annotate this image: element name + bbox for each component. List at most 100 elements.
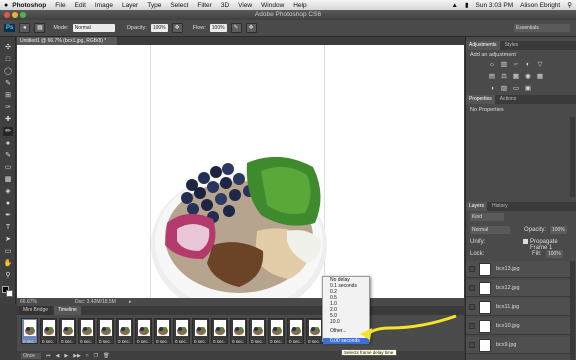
frame-delay-label[interactable]: 0 sec. [175,339,187,344]
layer-row[interactable]: bcx11.jpg [466,299,570,316]
timeline-frame[interactable]: 0 sec. [287,318,304,344]
vibrance-icon[interactable]: ▽ [536,61,544,69]
tab-timeline[interactable]: Timeline [54,306,81,315]
timeline-frame[interactable]: 0 sec. [21,318,38,344]
user-name[interactable]: Alison Ebright [520,2,560,9]
frame-delay-label[interactable]: 0 sec. [42,339,54,344]
frame-delay-label[interactable]: 0 sec. [289,339,301,344]
timeline-frame[interactable]: 0 sec. [154,318,171,344]
tab-adjustments[interactable]: Adjustments [466,41,500,50]
menu-select[interactable]: Select [170,2,188,9]
tab-layers[interactable]: Layers [466,202,488,211]
layer-kind-filter[interactable]: Kind [470,213,504,221]
photo-filter-icon[interactable]: ◉ [524,73,532,81]
workspace-select[interactable]: Essentials [514,24,570,32]
timeline-frame[interactable]: 0 sec. [211,318,228,344]
gradient-tool-icon[interactable]: ▩ [3,175,13,184]
tween-icon[interactable]: ≈ [86,353,89,359]
battery-icon[interactable]: ▮ [465,1,469,9]
menu-image[interactable]: Image [95,2,113,9]
pressure-opacity-icon[interactable]: ❖ [171,23,183,33]
dodge-tool-icon[interactable]: ● [3,199,13,208]
frame-delay-label[interactable]: 0 sec. [61,339,73,344]
layer-row[interactable]: bcx10.jpg [466,318,570,335]
menu-type[interactable]: Type [147,2,161,9]
status-menu-arrow-icon[interactable]: ▸ [129,298,132,306]
layer-visibility-icon[interactable] [469,342,475,348]
move-tool-icon[interactable]: ✣ [3,43,13,52]
blur-tool-icon[interactable]: ◈ [3,187,13,196]
layer-visibility-icon[interactable] [469,285,475,291]
healing-brush-tool-icon[interactable]: ✚ [3,115,13,124]
flow-field[interactable]: 100% [209,24,227,32]
brightness-contrast-icon[interactable]: ☼ [488,61,496,69]
menu-view[interactable]: View [238,2,252,9]
clone-stamp-tool-icon[interactable]: ♠ [3,139,13,148]
close-window-button[interactable] [4,12,10,18]
menu-filter[interactable]: Filter [197,2,211,9]
minimize-window-button[interactable] [12,12,18,18]
crop-tool-icon[interactable]: ⊞ [3,91,13,100]
tab-styles[interactable]: Styles [502,41,522,50]
clock[interactable]: Sun 3:03 PM [476,2,514,9]
layer-visibility-icon[interactable] [469,266,475,272]
shape-tool-icon[interactable]: ▭ [3,247,13,256]
layer-row[interactable]: bcx13.jpg [466,261,570,278]
frame-delay-label[interactable]: 0 sec. [308,339,320,344]
propagate-checkbox[interactable] [523,239,528,244]
document-size[interactable]: Doc: 3.42M/18.5M [75,298,116,306]
frame-delay-label[interactable]: 0 sec. [156,339,168,344]
pressure-size-icon[interactable]: ❖ [245,23,257,33]
timeline-frame[interactable]: 0 sec. [78,318,95,344]
canvas[interactable] [17,45,464,298]
menu-help[interactable]: Help [293,2,306,9]
frame-delay-label[interactable]: 0 sec. [194,339,206,344]
tab-mini-bridge[interactable]: Mini Bridge [19,306,53,315]
brush-tool-icon[interactable]: ✏ [3,127,13,136]
apple-menu[interactable]: ● [4,2,8,9]
play-icon[interactable]: ▶ [64,353,68,359]
timeline-frame[interactable]: 0 sec. [268,318,285,344]
frame-delay-label[interactable]: 0 sec. [213,339,225,344]
layer-opacity-field[interactable]: 100% [550,226,567,234]
timeline-frame[interactable]: 0 sec. [135,318,152,344]
tab-actions[interactable]: Actions [497,95,519,104]
loop-select[interactable]: Once [21,352,41,359]
menu-window[interactable]: Window [261,2,284,9]
invert-icon[interactable]: ◑ [488,85,496,93]
menu-photoshop[interactable]: Photoshop [12,2,46,9]
zoom-tool-icon[interactable]: ⚲ [3,271,13,280]
path-select-tool-icon[interactable]: ➤ [3,235,13,244]
hand-tool-icon[interactable]: ✋ [3,259,13,268]
history-brush-tool-icon[interactable]: ✎ [3,151,13,160]
tab-history[interactable]: History [489,202,511,211]
curves-icon[interactable]: ∽ [512,61,520,69]
eyedropper-tool-icon[interactable]: ✑ [3,103,13,112]
posterize-icon[interactable]: ▨ [500,85,508,93]
quick-select-tool-icon[interactable]: ✎ [3,79,13,88]
lasso-tool-icon[interactable]: ◯ [3,67,13,76]
wifi-icon[interactable]: ▲ [452,2,458,9]
eraser-tool-icon[interactable]: ▭ [3,163,13,172]
mode-select[interactable]: Normal [72,24,115,32]
previous-frame-icon[interactable]: ◀ [55,353,59,359]
opacity-field[interactable]: 100% [150,24,168,32]
marquee-tool-icon[interactable]: □ [3,55,13,64]
layer-row[interactable]: bcx9.jpg [466,337,570,354]
timeline-frame[interactable]: 0 sec. [173,318,190,344]
properties-scrollbar[interactable] [570,117,575,197]
threshold-icon[interactable]: ▭ [512,85,520,93]
frame-delay-label[interactable]: 0 sec. [23,339,35,344]
layer-fill-field[interactable]: 100% [546,250,563,258]
delete-frame-icon[interactable]: 🗑 [103,353,109,359]
frame-delay-label[interactable]: 0 sec. [99,339,111,344]
pen-tool-icon[interactable]: ✒ [3,211,13,220]
timeline-frame[interactable]: 0 sec. [249,318,266,344]
layers-scrollbar[interactable] [570,261,575,360]
background-color-swatch[interactable] [6,290,13,297]
timeline-frame[interactable]: 0 sec. [116,318,133,344]
zoom-window-button[interactable] [20,12,26,18]
timeline-frame[interactable]: 0 sec. [192,318,209,344]
color-balance-icon[interactable]: ⚖ [500,73,508,81]
exposure-icon[interactable]: ◐ [524,61,532,69]
